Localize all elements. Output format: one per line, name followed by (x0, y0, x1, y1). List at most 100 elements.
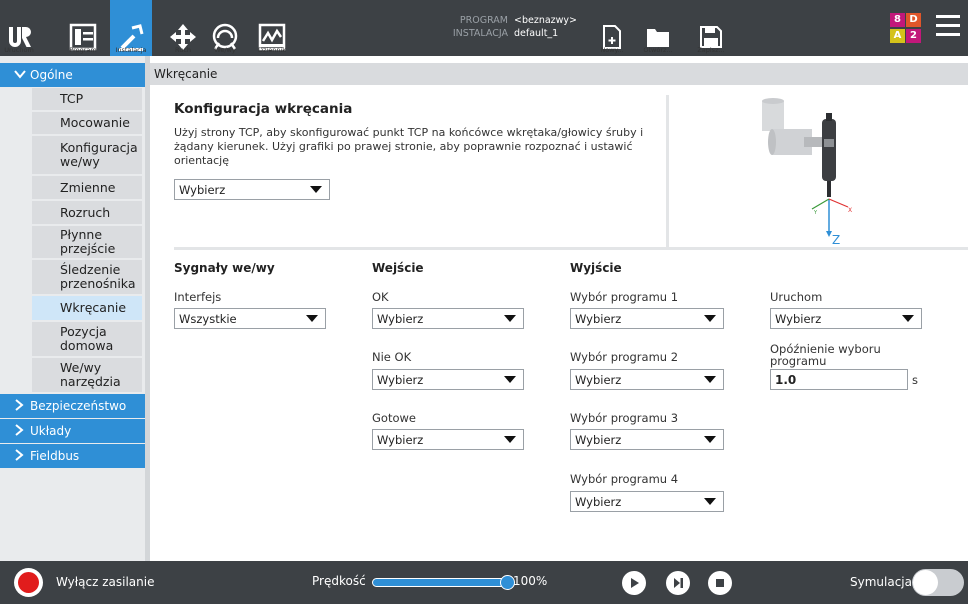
sidebar-item-home-position[interactable]: Pozycja domowa (32, 322, 142, 358)
sidebar-item-tool-io[interactable]: We/wy narzędzia (32, 358, 142, 394)
program-select-1-value: Wybierz (575, 311, 622, 326)
stop-button[interactable] (708, 571, 732, 595)
ok-select-value: Wybierz (377, 311, 424, 326)
start-select[interactable]: Wybierz (770, 308, 922, 329)
installation-value: default_1 (514, 28, 559, 39)
simulation-label: Symulacja (850, 575, 912, 589)
sidebar-group-label: Ogólne (30, 68, 73, 82)
io-tab[interactable]: We/wy (210, 0, 240, 56)
program-select-4-value: Wybierz (575, 494, 622, 509)
sidebar-item-label: Płynne przejście (60, 227, 116, 256)
run-tab[interactable]: Uruchom (0, 0, 38, 56)
sidebar-item-label: Wkręcanie (60, 300, 127, 315)
dropdown-arrow-icon (504, 376, 516, 383)
program-info: PROGRAM <beznazwy> INSTALACJA default_1 (430, 14, 577, 40)
signals-heading: Sygnały we/wy (174, 261, 275, 275)
ready-select[interactable]: Wybierz (372, 429, 524, 450)
start-label: Uruchom (770, 290, 823, 304)
page-title: Wkręcanie (150, 63, 968, 85)
run-tab-label: Uruchom (4, 46, 34, 54)
dropdown-arrow-icon (504, 315, 516, 322)
installation-tab-label: Instalacja (115, 46, 147, 54)
sidebar-group-general[interactable]: Ogólne (0, 63, 145, 87)
chevron-right-icon (14, 423, 30, 439)
tcp-select-value: Wybierz (179, 182, 226, 197)
open-button[interactable]: Otwórz... (640, 0, 676, 56)
sidebar-item-mounting[interactable]: Mocowanie (32, 112, 142, 136)
move-tab[interactable]: Ruch (166, 0, 200, 56)
simulation-toggle[interactable] (912, 569, 964, 596)
chevron-right-icon (14, 448, 30, 464)
sidebar-group-safety[interactable]: Bezpieczeństwo (0, 394, 145, 418)
step-button[interactable] (666, 571, 690, 595)
dropdown-arrow-icon (704, 376, 716, 383)
sidebar-group-features[interactable]: Układy (0, 419, 145, 443)
ok-label: OK (372, 290, 389, 304)
sidebar-item-startup[interactable]: Rozruch (32, 201, 142, 226)
sidebar-item-label: Rozruch (60, 204, 111, 220)
program-select-1-label: Wybór programu 1 (570, 290, 679, 304)
sidebar-item-variables[interactable]: Zmienne (32, 176, 142, 201)
program-value: <beznazwy> (514, 15, 578, 26)
sidebar-item-screwdriving[interactable]: Wkręcanie (32, 296, 142, 322)
sidebar-item-conveyor-tracking[interactable]: Śledzenie przenośnika (32, 260, 142, 296)
new-button[interactable]: Nowy... (598, 0, 626, 56)
sidebar-group-fieldbus[interactable]: Fieldbus (0, 444, 145, 468)
play-button[interactable] (622, 571, 646, 595)
bottom-bar: Wyłącz zasilanie Prędkość 100% Symulacja (0, 561, 968, 604)
dropdown-arrow-icon (902, 315, 914, 322)
program-select-3[interactable]: Wybierz (570, 429, 724, 450)
log-tab[interactable]: Dziennik (255, 0, 289, 56)
badge-8: 8 (890, 13, 905, 27)
hamburger-menu-icon[interactable] (936, 15, 960, 37)
badge-d: D (906, 13, 921, 27)
svg-text:X: X (848, 207, 852, 214)
section-title: Konfiguracja wkręcania (174, 101, 353, 117)
sidebar-group-label: Bezpieczeństwo (30, 399, 127, 413)
dropdown-arrow-icon (704, 436, 716, 443)
top-bar: Uruchom Program Instalacja Ruch We/wy Dz… (0, 0, 968, 56)
program-tab-label: Program (69, 46, 97, 54)
ok-select[interactable]: Wybierz (372, 308, 524, 329)
program-select-4[interactable]: Wybierz (570, 491, 724, 512)
program-select-2[interactable]: Wybierz (570, 369, 724, 390)
installation-key: INSTALACJA (452, 28, 508, 39)
sidebar-item-tcp[interactable]: TCP (32, 88, 142, 112)
io-tab-label: We/wy (214, 46, 236, 54)
sidebar: Ogólne TCP Mocowanie Konfiguracja we/wy … (0, 56, 150, 561)
dropdown-arrow-icon (704, 315, 716, 322)
sidebar-item-label: Mocowanie (60, 115, 130, 130)
save-button[interactable]: Zapisz... (694, 0, 728, 56)
program-tab[interactable]: Program (60, 0, 106, 56)
nok-select[interactable]: Wybierz (372, 369, 524, 390)
z-axis-label: Z (832, 233, 841, 247)
interface-select[interactable]: Wszystkie (174, 308, 326, 329)
ready-select-value: Wybierz (377, 432, 424, 447)
installation-tab[interactable]: Instalacja (110, 0, 152, 56)
input-heading: Wejście (372, 261, 424, 275)
sidebar-item-io-setup[interactable]: Konfiguracja we/wy (32, 136, 142, 176)
interface-select-value: Wszystkie (179, 311, 237, 326)
step-icon (674, 578, 683, 588)
chevron-right-icon (14, 398, 30, 414)
divider (174, 247, 968, 250)
delay-label: Opóźnienie wyboru programu (770, 342, 881, 368)
play-icon (631, 578, 639, 588)
badge-2: 2 (906, 29, 921, 43)
speed-slider-track[interactable] (372, 578, 508, 587)
power-icon[interactable] (14, 568, 43, 597)
power-off-label[interactable]: Wyłącz zasilanie (56, 575, 154, 589)
divider (666, 95, 669, 247)
dropdown-arrow-icon (704, 498, 716, 505)
toggle-knob (913, 570, 938, 595)
save-button-label: Zapisz... (697, 46, 725, 54)
program-select-4-label: Wybór programu 4 (570, 472, 679, 486)
delay-input[interactable]: 1.0 (770, 369, 908, 390)
sidebar-item-smooth-transition[interactable]: Płynne przejście (32, 226, 142, 260)
sidebar-item-label: Konfiguracja we/wy (60, 140, 138, 169)
move-tab-label: Ruch (174, 46, 192, 54)
start-select-value: Wybierz (775, 311, 822, 326)
tcp-select[interactable]: Wybierz (174, 179, 330, 200)
program-select-1[interactable]: Wybierz (570, 308, 724, 329)
log-tab-label: Dziennik (257, 46, 287, 54)
